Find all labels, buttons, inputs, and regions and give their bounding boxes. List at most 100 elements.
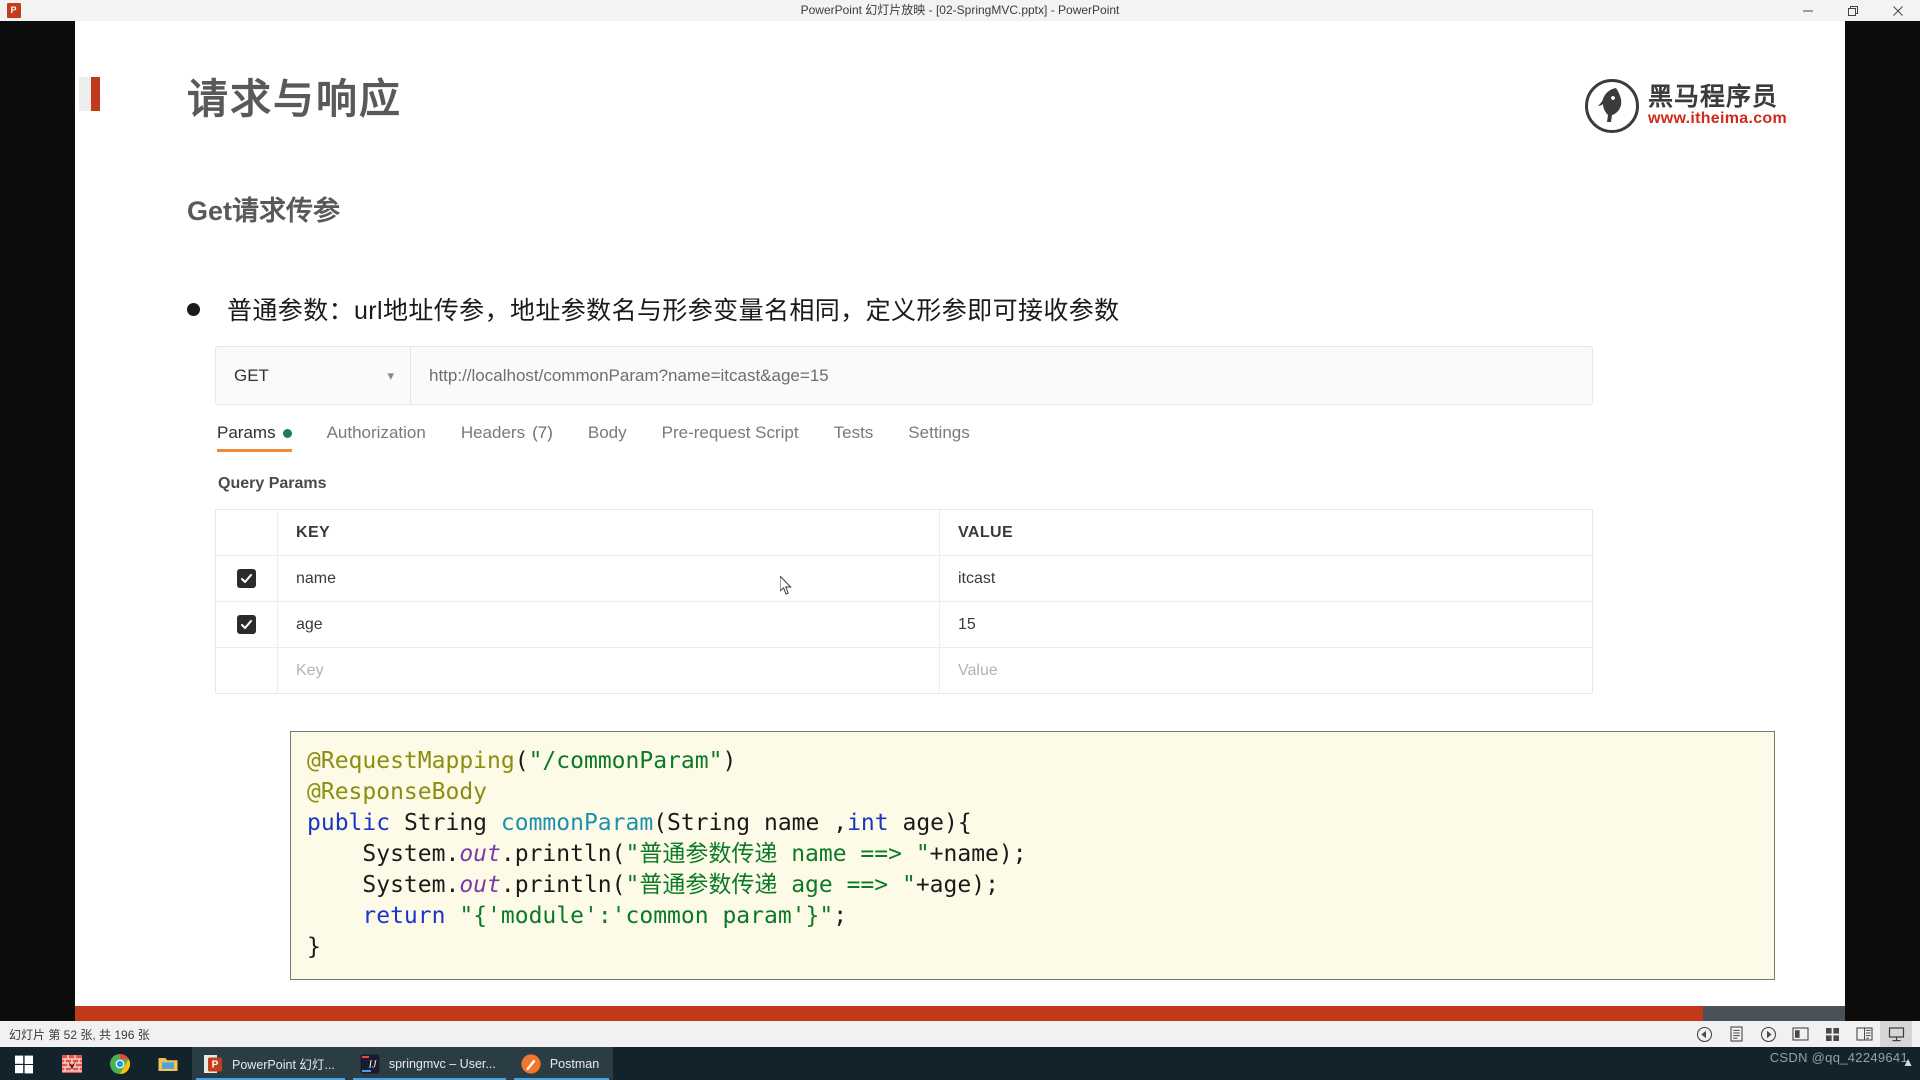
code-token: "{'module':'common param'}" [459, 903, 834, 929]
code-token: age){ [888, 810, 972, 836]
table-row[interactable]: name itcast [216, 556, 1592, 602]
slideshow-view-icon[interactable] [1880, 1021, 1912, 1047]
window-title: PowerPoint 幻灯片放映 - [02-SpringMVC.pptx] -… [800, 3, 1120, 17]
param-value-input[interactable]: 15 [940, 602, 1592, 647]
code-token: +age); [915, 872, 999, 898]
minimize-button[interactable] [1785, 0, 1830, 21]
checkbox-checked-icon [237, 569, 256, 588]
code-token: ( [514, 748, 529, 774]
slideshow-right-rail [1845, 21, 1920, 1021]
slide-sorter-icon[interactable] [1816, 1021, 1848, 1047]
tab-body[interactable]: Body [588, 423, 645, 452]
code-token: @ResponseBody [307, 779, 488, 805]
code-line: } [307, 932, 1774, 963]
code-token: +name); [929, 841, 1027, 867]
tab-headers-label: Headers [460, 423, 526, 442]
taskbar-app-intellij-label: springmvc – User... [388, 1056, 496, 1071]
section-subtitle: Get请求传参 [187, 196, 341, 226]
table-row-empty[interactable]: Key Value [216, 648, 1592, 693]
header-checkbox-cell [216, 510, 278, 555]
taskbar-app-firewall[interactable] [48, 1047, 96, 1080]
code-token: int [847, 810, 889, 836]
tab-tests[interactable]: Tests [834, 423, 892, 452]
code-token: "/commonParam" [528, 748, 723, 774]
brick-wall-icon [62, 1054, 82, 1073]
query-params-title: Query Params [218, 475, 327, 492]
http-method-select[interactable]: GET ▾ [216, 347, 411, 404]
checkbox-checked-icon [237, 615, 256, 634]
watermark: CSDN @qq_42249641 [1769, 1050, 1908, 1065]
window-title-bar: P PowerPoint 幻灯片放映 - [02-SpringMVC.pptx]… [0, 0, 1920, 21]
tab-body-label: Body [587, 423, 627, 442]
tab-headers-count: (7) [532, 423, 553, 442]
tab-params-label: Params [217, 423, 276, 442]
tab-authorization-label: Authorization [326, 423, 426, 442]
reading-view-icon[interactable] [1784, 1021, 1816, 1047]
svg-text:IJ: IJ [367, 1059, 376, 1070]
code-token: return [362, 903, 446, 929]
chrome-icon [110, 1053, 131, 1074]
taskbar-app-powerpoint[interactable]: P PowerPoint 幻灯... [192, 1047, 349, 1080]
taskbar-app-postman[interactable]: Postman [509, 1047, 614, 1080]
windows-taskbar: P PowerPoint 幻灯... IJ springmvc – User..… [0, 1047, 1920, 1080]
param-value-input[interactable]: itcast [940, 556, 1592, 601]
tab-pre-request-script-label: Pre-request Script [661, 423, 799, 442]
next-slide-icon[interactable] [1752, 1021, 1784, 1047]
param-key-placeholder[interactable]: Key [278, 648, 940, 693]
code-line: System.out.println("普通参数传递 name ==> "+na… [307, 839, 1774, 870]
param-key-input[interactable]: name [278, 556, 940, 601]
request-url-bar: GET ▾ http://localhost/commonParam?name=… [215, 346, 1593, 405]
code-line: return "{'module':'common param'}"; [307, 901, 1774, 932]
params-modified-dot-icon [282, 428, 292, 438]
tab-authorization[interactable]: Authorization [327, 423, 444, 452]
code-token: @RequestMapping [307, 748, 515, 774]
postman-icon [521, 1053, 541, 1074]
restore-button[interactable] [1830, 0, 1875, 21]
code-token: } [307, 934, 321, 960]
code-token: .println( [500, 841, 626, 867]
row-enable-checkbox[interactable] [216, 602, 278, 647]
tab-settings-label: Settings [908, 423, 970, 442]
slide-counter: 幻灯片 第 52 张, 共 196 张 [9, 1027, 150, 1042]
taskbar-app-powerpoint-label: PowerPoint 幻灯... [232, 1058, 335, 1072]
taskbar-app-intellij[interactable]: IJ springmvc – User... [348, 1047, 510, 1080]
previous-slide-icon[interactable] [1688, 1021, 1720, 1047]
param-key-input[interactable]: age [278, 602, 940, 647]
taskbar-app-postman-label: Postman [549, 1056, 600, 1071]
notes-pen-icon[interactable] [1720, 1021, 1752, 1047]
start-button[interactable] [0, 1047, 48, 1080]
taskbar-app-explorer[interactable] [144, 1047, 192, 1080]
powerpoint-icon: P [204, 1054, 222, 1073]
code-token: "普通参数传递 age ==> " [625, 872, 916, 898]
column-header-key: KEY [278, 510, 940, 555]
code-snippet: @RequestMapping("/commonParam") @Respons… [290, 731, 1775, 980]
horse-head-icon [1584, 79, 1639, 133]
normal-view-icon[interactable] [1848, 1021, 1880, 1047]
tab-headers[interactable]: Headers (7) [461, 423, 571, 452]
request-url-input[interactable]: http://localhost/commonParam?name=itcast… [411, 347, 1592, 404]
slideshow-progress-fill [75, 1006, 1704, 1021]
tab-settings[interactable]: Settings [908, 423, 987, 452]
close-button[interactable] [1875, 0, 1920, 21]
chevron-up-icon[interactable]: ▲ [1902, 1055, 1914, 1069]
code-line: @RequestMapping("/commonParam") [307, 746, 1774, 777]
code-token: ; [833, 903, 848, 929]
slide-canvas: 请求与响应 黑马程序员 www.itheima.com Get请求传参 普通参数… [75, 21, 1845, 1006]
code-token: out [459, 872, 501, 898]
view-controls [1688, 1021, 1912, 1047]
param-value-placeholder[interactable]: Value [940, 648, 1592, 693]
row-enable-checkbox[interactable] [216, 556, 278, 601]
tab-params[interactable]: Params [217, 423, 310, 452]
table-row[interactable]: age 15 [216, 602, 1592, 648]
tab-tests-label: Tests [833, 423, 874, 442]
column-header-value: VALUE [958, 523, 1014, 541]
chevron-down-icon: ▾ [387, 367, 394, 383]
taskbar-app-chrome[interactable] [96, 1047, 144, 1080]
row-enable-checkbox-empty[interactable] [216, 648, 278, 693]
code-token: commonParam [500, 810, 654, 836]
windows-logo-icon [15, 1055, 33, 1073]
tab-pre-request-script[interactable]: Pre-request Script [662, 423, 817, 452]
code-token: String [390, 810, 501, 836]
code-token: public [307, 810, 391, 836]
